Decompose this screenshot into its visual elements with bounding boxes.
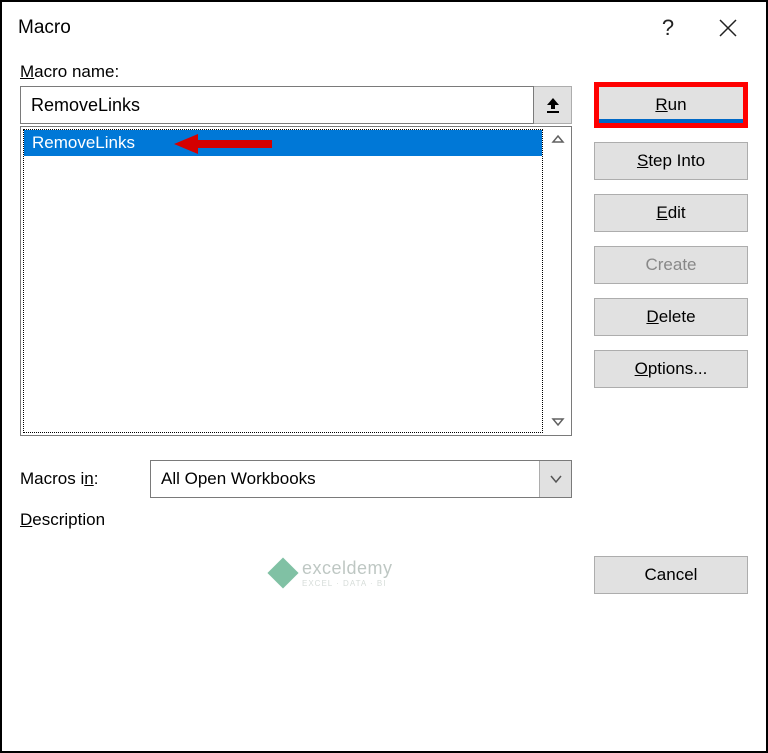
- watermark: exceldemy EXCEL · DATA · BI: [272, 558, 393, 588]
- up-arrow-icon: [545, 96, 561, 114]
- create-button: Create: [594, 246, 748, 284]
- annotation-arrow-icon: [174, 132, 274, 156]
- help-button[interactable]: ?: [638, 2, 698, 54]
- macro-name-input[interactable]: [20, 86, 534, 124]
- edit-button[interactable]: Edit: [594, 194, 748, 232]
- delete-button[interactable]: Delete: [594, 298, 748, 336]
- scroll-down-icon[interactable]: [545, 414, 571, 431]
- step-into-button[interactable]: Step Into: [594, 142, 748, 180]
- close-icon: [719, 19, 737, 37]
- macro-list[interactable]: RemoveLinks: [20, 126, 572, 436]
- watermark-subtext: EXCEL · DATA · BI: [302, 579, 393, 588]
- title-bar: Macro ?: [2, 2, 766, 54]
- close-button[interactable]: [698, 2, 758, 54]
- list-item-label: RemoveLinks: [32, 133, 135, 153]
- macros-in-label: Macros in:: [20, 469, 132, 489]
- description-label: Description: [20, 510, 572, 530]
- macros-in-dropdown[interactable]: All Open Workbooks: [150, 460, 572, 498]
- scroll-up-icon[interactable]: [545, 131, 571, 148]
- watermark-icon: [267, 557, 298, 588]
- cancel-button[interactable]: Cancel: [594, 556, 748, 594]
- watermark-text: exceldemy: [302, 558, 393, 579]
- dropdown-value: All Open Workbooks: [161, 469, 316, 489]
- macro-name-label: Macro name:: [20, 62, 748, 82]
- options-button[interactable]: Options...: [594, 350, 748, 388]
- scrollbar[interactable]: [545, 127, 571, 435]
- macro-name-go-button[interactable]: [534, 86, 572, 124]
- window-title: Macro: [18, 17, 638, 39]
- list-item[interactable]: RemoveLinks: [24, 130, 542, 156]
- chevron-down-icon[interactable]: [539, 461, 571, 497]
- run-button[interactable]: Run: [594, 82, 748, 128]
